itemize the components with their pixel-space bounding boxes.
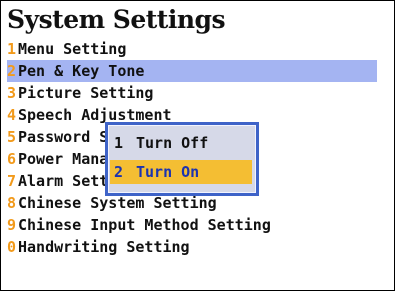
menu-item-number: 6 [7, 150, 17, 168]
popup-option-label: Turn Off [136, 134, 209, 152]
menu-item-number: 5 [7, 128, 17, 146]
menu-item-number: 0 [7, 238, 17, 256]
menu-item-number: 2 [7, 62, 17, 80]
menu-item-label: Menu Setting [18, 40, 127, 58]
menu-item-label: Chinese Input Method Setting [18, 216, 271, 234]
popup-option-number: 1 [114, 134, 124, 152]
popup-option-number: 2 [114, 163, 124, 181]
popup-option-turn-on[interactable]: 2 Turn On [110, 160, 252, 184]
menu-item-handwriting-setting[interactable]: 0 Handwriting Setting [7, 236, 377, 258]
menu-item-label: Chinese System Setting [18, 194, 217, 212]
menu-item-number: 9 [7, 216, 17, 234]
menu-item-picture-setting[interactable]: 3 Picture Setting [7, 82, 377, 104]
menu-item-chinese-input-method-setting[interactable]: 9 Chinese Input Method Setting [7, 214, 377, 236]
menu-item-number: 4 [7, 106, 17, 124]
menu-item-number: 3 [7, 84, 17, 102]
menu-item-label: Picture Setting [18, 84, 154, 102]
menu-item-number: 7 [7, 172, 17, 190]
menu-item-pen-key-tone[interactable]: 2 Pen & Key Tone [7, 60, 377, 82]
menu-item-number: 8 [7, 194, 17, 212]
menu-item-menu-setting[interactable]: 1 Menu Setting [7, 38, 377, 60]
page-title: System Settings [7, 5, 226, 34]
tone-options-popup: 1 Turn Off 2 Turn On [105, 122, 259, 196]
menu-item-label: Handwriting Setting [18, 238, 190, 256]
settings-screen: System Settings 1 Menu Setting 2 Pen & Key… [0, 0, 395, 291]
menu-item-number: 1 [7, 40, 17, 58]
menu-item-label: Pen & Key Tone [18, 62, 145, 80]
popup-option-turn-off[interactable]: 1 Turn Off [110, 131, 252, 155]
popup-option-label: Turn On [136, 163, 200, 181]
